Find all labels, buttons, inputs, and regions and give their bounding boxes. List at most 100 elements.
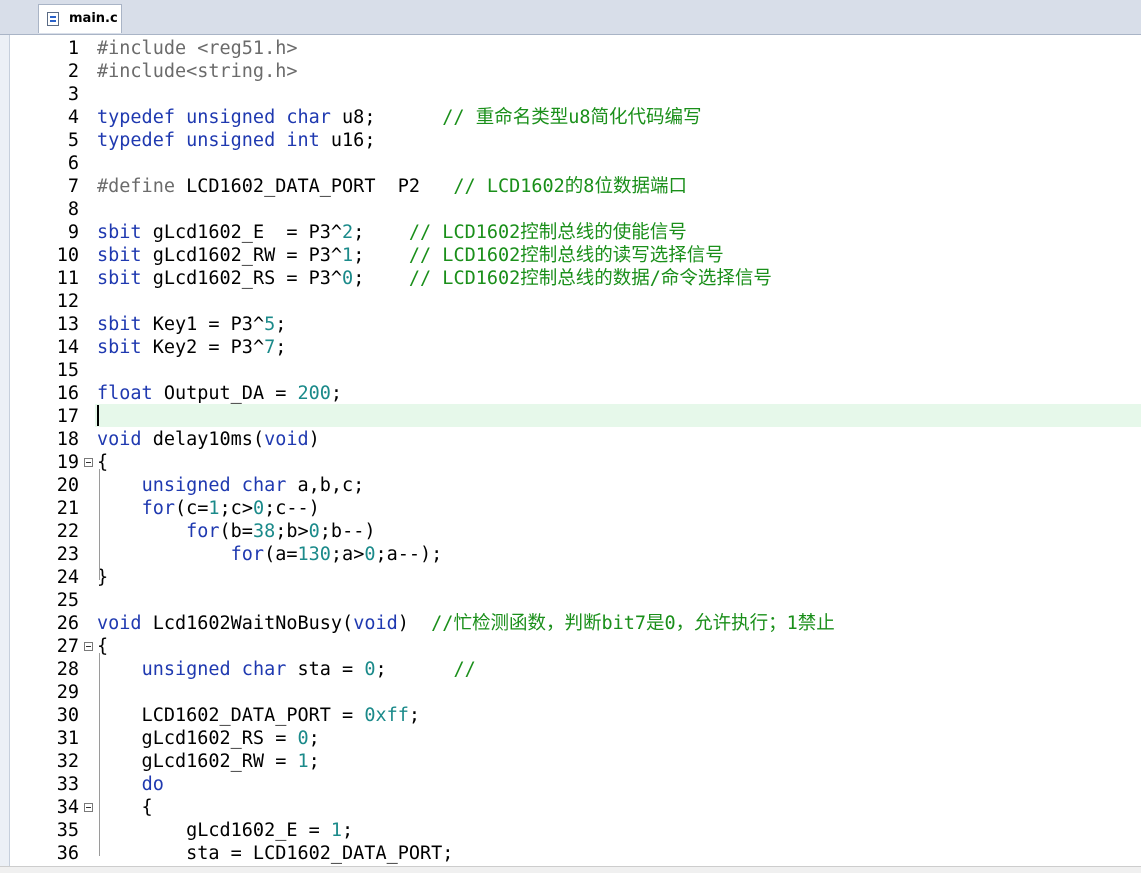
code-keyword: void: [264, 429, 309, 450]
code-token: ;: [308, 728, 320, 749]
code-token: sta = LCD1602_DATA_PORT;: [97, 843, 454, 864]
code-token: 1: [330, 820, 343, 841]
code-token: gLcd1602_RW =: [97, 751, 298, 772]
horizontal-scrollbar[interactable]: [0, 866, 1141, 873]
code-token: u16;: [319, 130, 376, 151]
line-number: 22: [56, 521, 79, 542]
code-token: {: [97, 797, 153, 818]
code-token: delay10ms(: [141, 429, 265, 450]
line-number: 8: [67, 199, 79, 220]
code-line: typedef unsigned int u16;: [97, 129, 375, 152]
code-token: Lcd1602WaitNoBusy(: [141, 613, 354, 634]
code-line: sta = LCD1602_DATA_PORT;: [97, 842, 453, 865]
code-keyword: void: [97, 429, 142, 450]
code-line: typedef unsigned char u8; // 重命名类型u8简化代码…: [97, 106, 702, 129]
code-token: #include <reg51.h>: [97, 38, 298, 59]
code-token: (a=: [264, 544, 298, 565]
code-token: ;: [308, 751, 320, 772]
code-keyword: unsigned char: [141, 659, 287, 680]
line-number: 24: [56, 567, 79, 588]
code-line: #define LCD1602_DATA_PORT P2 // LCD1602的…: [97, 175, 687, 198]
code-token: 1: [342, 245, 354, 266]
code-line: void Lcd1602WaitNoBusy(void) //忙检测函数，判断b…: [97, 612, 835, 635]
line-number: 2: [67, 61, 79, 82]
code-comment: // LCD1602控制总线的数据/命令选择信号: [408, 268, 772, 289]
code-token: ;b>: [275, 521, 309, 542]
code-token: LCD1602_DATA_PORT =: [97, 705, 365, 726]
fold-toggle-icon[interactable]: [84, 803, 93, 812]
code-token: gLcd1602_RS = P3^: [141, 268, 343, 289]
code-token: gLcd1602_E = P3^: [141, 222, 343, 243]
code-keyword: typedef unsigned char: [97, 107, 331, 128]
code-token: ;b--): [319, 521, 376, 542]
code-token: 0: [342, 268, 354, 289]
code-keyword: void: [353, 613, 398, 634]
code-line: for(c=1;c>0;c--): [97, 497, 320, 520]
code-token: Key2 = P3^: [141, 337, 265, 358]
code-keyword: sbit: [97, 268, 142, 289]
line-number: 34: [56, 797, 79, 818]
code-token: gLcd1602_E =: [97, 820, 331, 841]
line-number: 3: [67, 84, 79, 105]
code-token: 0: [364, 544, 376, 565]
line-number: 4: [67, 107, 79, 128]
code-keyword: typedef unsigned int: [97, 130, 320, 151]
code-token: ): [397, 613, 432, 634]
code-token: gLcd1602_RS =: [97, 728, 298, 749]
code-line: do: [97, 773, 164, 796]
fold-toggle-icon[interactable]: [84, 642, 93, 651]
code-line: sbit Key1 = P3^5;: [97, 313, 286, 336]
code-token: ;: [353, 268, 409, 289]
code-line: #include <reg51.h>: [97, 37, 297, 60]
line-number: 31: [56, 728, 79, 749]
tab-main-c[interactable]: main.c: [38, 4, 122, 33]
code-token: a,b,c;: [286, 475, 365, 496]
code-comment: // LCD1602的8位数据端口: [453, 176, 687, 197]
code-line: float Output_DA = 200;: [97, 382, 342, 405]
line-number: 29: [56, 682, 79, 703]
code-keyword: sbit: [97, 245, 142, 266]
line-number: 18: [56, 429, 79, 450]
line-number: 27: [56, 636, 79, 657]
line-number: 17: [56, 406, 79, 427]
code-token: ;: [342, 820, 354, 841]
code-token: ;: [375, 659, 454, 680]
code-token: ;c--): [264, 498, 320, 519]
line-number: 10: [56, 245, 79, 266]
fold-toggle-icon[interactable]: [84, 458, 93, 467]
code-token: ;a--);: [375, 544, 443, 565]
code-line: gLcd1602_RW = 1;: [97, 750, 320, 773]
code-line: sbit gLcd1602_RW = P3^1; // LCD1602控制总线的…: [97, 244, 724, 267]
code-line: LCD1602_DATA_PORT = 0xff;: [97, 704, 420, 727]
code-keyword: void: [97, 613, 142, 634]
code-line: sbit gLcd1602_RS = P3^0; // LCD1602控制总线的…: [97, 267, 772, 290]
code-line: {: [97, 796, 153, 819]
code-line: for(a=130;a>0;a--);: [97, 543, 443, 566]
code-editor[interactable]: #include <reg51.h> #include<string.h> type…: [95, 35, 1141, 873]
code-token: ;: [353, 245, 409, 266]
code-token: 0: [364, 659, 376, 680]
c-file-icon: [47, 12, 59, 26]
code-keyword: sbit: [97, 337, 142, 358]
code-line: unsigned char sta = 0; //: [97, 658, 476, 681]
code-token: 0: [252, 498, 265, 519]
line-number: 9: [67, 222, 79, 243]
line-number: 7: [67, 176, 79, 197]
code-token: #define: [97, 176, 175, 197]
code-token: ;: [330, 383, 343, 404]
code-token: 130: [297, 544, 331, 565]
line-number: 6: [67, 153, 79, 174]
left-frame-border: [0, 35, 10, 873]
line-number: 12: [56, 291, 79, 312]
code-token: ;c>: [219, 498, 253, 519]
line-number: 33: [56, 774, 79, 795]
code-line: gLcd1602_E = 1;: [97, 819, 353, 842]
code-token: #include<string.h>: [97, 61, 298, 82]
line-number-gutter: 1 2 3 4 5 6 7 8 9 10 11 12 13 14 15 16 17 18 19 20 21 22 23 24 2…: [11, 35, 95, 873]
code-token: 7: [264, 337, 276, 358]
code-token: 2: [342, 222, 354, 243]
